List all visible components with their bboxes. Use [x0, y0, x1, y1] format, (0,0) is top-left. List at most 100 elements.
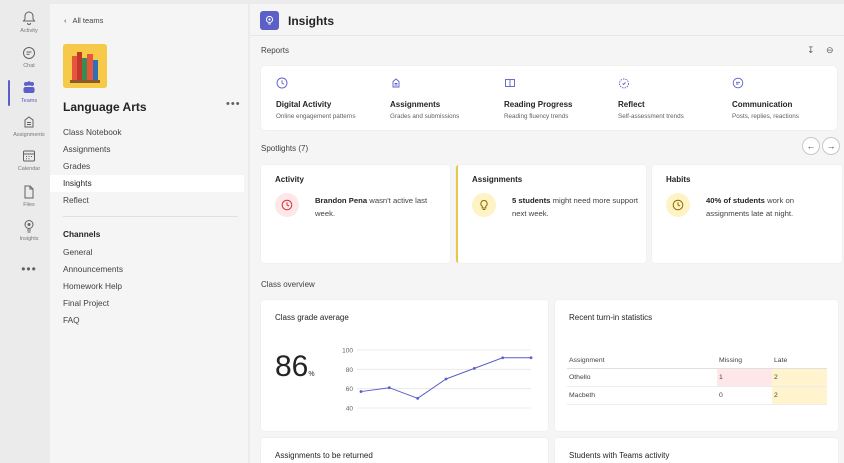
- nav-insights[interactable]: Insights: [50, 175, 244, 192]
- file-icon: [24, 185, 34, 199]
- column-missing: Missing: [717, 354, 772, 369]
- download-icon[interactable]: ↧: [807, 45, 815, 56]
- spotlight-card-habits[interactable]: Habits 40% of students work on assignmen…: [652, 165, 842, 263]
- grade-average-value: 86%: [275, 350, 315, 383]
- percent-unit: %: [308, 371, 315, 378]
- channel-general[interactable]: General: [50, 244, 244, 261]
- spotlight-title: Activity: [275, 175, 304, 184]
- rail-label: Activity: [20, 28, 38, 34]
- spotlight-card-assignments[interactable]: Assignments 5 students might need more s…: [456, 165, 646, 263]
- report-title: Digital Activity: [276, 100, 332, 109]
- filter-icon[interactable]: ⊖: [826, 45, 834, 56]
- back-to-all-teams[interactable]: ‹ All teams: [64, 16, 103, 25]
- channel-homework-help[interactable]: Homework Help: [50, 278, 244, 295]
- assignment-cell: Othello: [567, 368, 717, 387]
- grade-data-point[interactable]: [501, 356, 505, 360]
- table-row[interactable]: Macbeth 0 2: [567, 386, 827, 405]
- report-communication[interactable]: Communication Posts, replies, reactions: [732, 76, 842, 120]
- column-assignment: Assignment: [567, 354, 717, 369]
- class-grade-average-card[interactable]: Class grade average 86% 100 80 60 40: [261, 300, 548, 431]
- chat-icon: [23, 47, 35, 59]
- grade-trend-chart: 100 80 60 40: [342, 348, 533, 413]
- channel-final-project[interactable]: Final Project: [50, 295, 244, 312]
- grade-data-point[interactable]: [472, 366, 476, 370]
- grade-data-point[interactable]: [529, 356, 533, 360]
- assignment-icon: [392, 78, 400, 88]
- turn-in-statistics-card[interactable]: Recent turn-in statistics Assignment Mis…: [555, 300, 838, 431]
- channels-heading: Channels: [63, 229, 101, 239]
- missing-cell: 0: [717, 386, 772, 405]
- column-late: Late: [772, 354, 827, 369]
- turn-in-table: Assignment Missing Late Othello 1 2 Macb…: [567, 354, 827, 405]
- app-rail: Activity Chat Teams Assignments Calendar…: [8, 0, 50, 463]
- class-image: [63, 44, 107, 88]
- rail-activity[interactable]: Activity: [8, 10, 50, 50]
- teams-icon: [23, 81, 35, 93]
- report-digital-activity[interactable]: Digital Activity Online engagement patte…: [276, 76, 386, 120]
- reports-card: Digital Activity Online engagement patte…: [261, 66, 837, 130]
- arrow-left-icon: ←: [806, 141, 816, 151]
- channel-announcements[interactable]: Announcements: [50, 261, 244, 278]
- nav-class-notebook[interactable]: Class Notebook: [50, 124, 244, 141]
- table-row[interactable]: Othello 1 2: [567, 368, 827, 387]
- missing-cell: 1: [717, 368, 772, 387]
- assignments-to-be-returned-card[interactable]: Assignments to be returned: [261, 438, 548, 463]
- card-title: Students with Teams activity: [569, 451, 670, 460]
- lightbulb-icon: [472, 193, 496, 217]
- report-assignments[interactable]: Assignments Grades and submissions: [390, 76, 500, 120]
- rail-chat[interactable]: Chat: [8, 45, 50, 85]
- divider: [63, 216, 238, 217]
- rail-label: Assignments: [13, 132, 45, 138]
- report-subtitle: Self-assessment trends: [618, 113, 684, 120]
- class-sidebar: ‹ All teams Language Arts ••• Class Note…: [50, 4, 248, 463]
- report-reflect[interactable]: Reflect Self-assessment trends: [618, 76, 728, 120]
- grade-data-point[interactable]: [387, 386, 391, 390]
- class-overview-heading: Class overview: [261, 280, 315, 289]
- late-cell: 2: [772, 386, 827, 405]
- spotlight-prev-button[interactable]: ←: [802, 137, 820, 155]
- calendar-icon: [23, 150, 35, 162]
- nav-grades[interactable]: Grades: [50, 158, 244, 175]
- grade-data-point[interactable]: [416, 396, 420, 400]
- clock-icon: [276, 77, 288, 89]
- book-icon: [505, 79, 515, 87]
- rail-calendar[interactable]: Calendar: [8, 148, 50, 188]
- report-subtitle: Grades and submissions: [390, 113, 460, 120]
- reports-heading: Reports: [261, 46, 290, 55]
- clock-icon: [275, 193, 299, 217]
- rail-insights[interactable]: Insights: [8, 218, 50, 258]
- spotlight-title: Assignments: [472, 175, 523, 184]
- page-title: Insights: [288, 14, 335, 28]
- back-label: All teams: [72, 16, 104, 25]
- report-title: Assignments: [390, 100, 441, 109]
- channel-faq[interactable]: FAQ: [50, 312, 244, 329]
- report-reading-progress[interactable]: Reading Progress Reading fluency trends: [504, 76, 614, 120]
- spotlight-card-activity[interactable]: Activity Brandon Pena wasn't active last…: [261, 165, 450, 263]
- students-teams-activity-card[interactable]: Students with Teams activity: [555, 438, 838, 463]
- grade-data-point[interactable]: [444, 377, 448, 381]
- spotlight-next-button[interactable]: →: [822, 137, 840, 155]
- spotlights-heading: Spotlights (7): [261, 144, 309, 153]
- y-tick-label: 80: [346, 367, 354, 374]
- report-title: Reflect: [618, 100, 645, 109]
- assignments-icon: [24, 116, 34, 128]
- rail-label: Insights: [19, 236, 39, 242]
- chat-bubble-icon: [732, 77, 744, 89]
- clock-icon: [666, 193, 690, 217]
- nav-assignments[interactable]: Assignments: [50, 141, 244, 158]
- more-apps-button[interactable]: •••: [8, 262, 50, 276]
- chevron-left-icon: ‹: [64, 16, 67, 25]
- bell-icon: [22, 11, 36, 25]
- class-name: Language Arts: [63, 100, 147, 114]
- report-subtitle: Posts, replies, reactions: [732, 113, 799, 120]
- rail-label: Files: [23, 202, 35, 208]
- rail-label: Calendar: [17, 166, 41, 172]
- top-bar: Insights: [250, 4, 844, 36]
- report-title: Communication: [732, 100, 793, 109]
- class-more-button[interactable]: •••: [226, 98, 241, 110]
- nav-reflect[interactable]: Reflect: [50, 192, 244, 209]
- card-title: Assignments to be returned: [275, 451, 373, 460]
- report-subtitle: Reading fluency trends: [504, 113, 569, 120]
- spotlight-text: Brandon Pena wasn't active last week.: [315, 196, 428, 218]
- grade-data-point[interactable]: [359, 390, 363, 393]
